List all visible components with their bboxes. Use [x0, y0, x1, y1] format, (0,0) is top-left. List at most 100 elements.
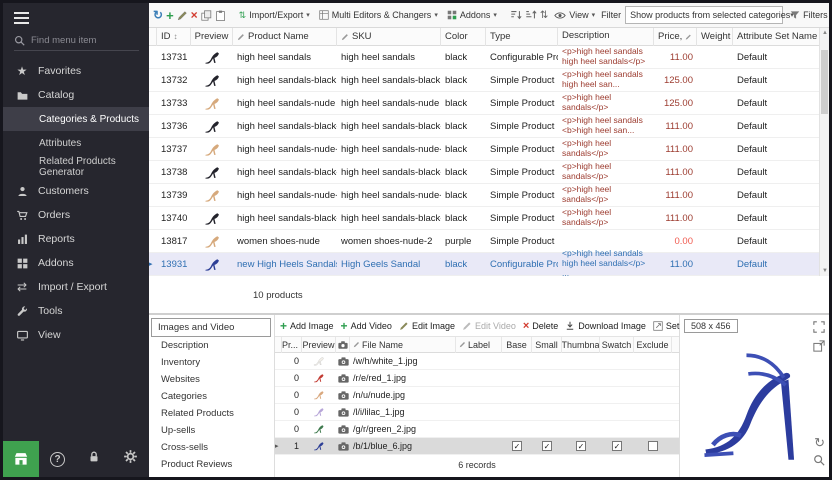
- tab-inventory[interactable]: Inventory: [151, 354, 271, 371]
- tab-websites[interactable]: Websites: [151, 371, 271, 388]
- column-header-sku[interactable]: SKU: [337, 28, 441, 46]
- product-row[interactable]: 13736high heel sandals-black-36high heel…: [149, 115, 819, 138]
- image-row[interactable]: 0/g/r/green_2.jpg: [275, 421, 679, 438]
- product-row[interactable]: 13737high heel sandals-nude-36high heel …: [149, 138, 819, 161]
- base-checkbox[interactable]: ✓: [512, 441, 522, 451]
- swatch-checkbox[interactable]: ✓: [612, 441, 622, 451]
- multi-editors-button[interactable]: Multi Editors & Changers▾: [316, 8, 441, 22]
- help-icon[interactable]: ?: [50, 452, 65, 467]
- column-header-image-preview[interactable]: Preview: [302, 337, 336, 353]
- column-header-exclude[interactable]: Exclude: [634, 337, 672, 353]
- sidebar-item-customers[interactable]: Customers: [3, 179, 149, 203]
- small-checkbox[interactable]: ✓: [542, 441, 552, 451]
- sidebar-item-addons[interactable]: Addons: [3, 251, 149, 275]
- column-header-weight[interactable]: Weight: [697, 28, 733, 46]
- hamburger-menu-icon[interactable]: [14, 9, 29, 27]
- sidebar-item-favorites[interactable]: ★ Favorites: [3, 59, 149, 83]
- import-export-button[interactable]: ⇅ Import/Export▾: [236, 8, 313, 23]
- column-header-swatch[interactable]: Swatch: [600, 337, 634, 353]
- swap-sort-icon[interactable]: ⇅: [540, 7, 548, 23]
- tab-images-and-video[interactable]: Images and Video: [151, 318, 271, 337]
- shoe-thumbnail-image: [204, 49, 221, 66]
- sidebar-item-tools[interactable]: Tools: [3, 299, 149, 323]
- column-header-label[interactable]: Label: [456, 337, 502, 353]
- tab-up-sells[interactable]: Up-sells: [151, 422, 271, 439]
- vertical-scrollbar[interactable]: ▲▼: [819, 28, 829, 276]
- delete-button[interactable]: ×Delete: [523, 320, 558, 332]
- sidebar-item-catalog[interactable]: Catalog: [3, 83, 149, 107]
- copy-icon[interactable]: [201, 7, 212, 23]
- product-description: <p>high heel sandals</p>: [558, 93, 654, 113]
- column-header-product-name[interactable]: Product Name: [233, 28, 337, 46]
- column-header-type[interactable]: Type: [486, 28, 558, 46]
- sort-asc-icon[interactable]: [510, 7, 522, 23]
- addons-toolbar-button[interactable]: Addons▾: [444, 8, 500, 22]
- product-attribute-set: Default: [733, 98, 819, 109]
- product-row[interactable]: 13733high heel sandals-nudehigh heel san…: [149, 92, 819, 115]
- tab-related-products[interactable]: Related Products: [151, 405, 271, 422]
- product-row[interactable]: 13739high heel sandals-nude-37high heel …: [149, 184, 819, 207]
- column-header-camera[interactable]: [336, 337, 350, 353]
- image-row[interactable]: 0/r/e/red_1.jpg: [275, 370, 679, 387]
- edit-product-icon[interactable]: [177, 7, 188, 23]
- product-row[interactable]: 13817women shoes-nudewomen shoes-nude-2p…: [149, 230, 819, 253]
- column-header-color[interactable]: Color: [441, 28, 486, 46]
- tab-product-reviews[interactable]: Product Reviews: [151, 456, 271, 473]
- sidebar-search[interactable]: [14, 35, 139, 51]
- sidebar-item-orders[interactable]: Orders: [3, 203, 149, 227]
- search-input[interactable]: [31, 35, 131, 46]
- column-header-description[interactable]: Description: [558, 28, 654, 46]
- refresh-icon[interactable]: ↻: [153, 7, 163, 23]
- column-header-thumbnail[interactable]: Thumbna: [562, 337, 600, 353]
- pencil-icon: [237, 33, 245, 41]
- filters-button[interactable]: Filters▾: [787, 8, 832, 22]
- category-filter-select[interactable]: Show products from selected categories▾: [625, 6, 783, 24]
- tab-cross-sells[interactable]: Cross-sells: [151, 439, 271, 456]
- add-video-button[interactable]: +Add Video: [341, 319, 392, 333]
- thumbnail-checkbox[interactable]: ✓: [576, 441, 586, 451]
- image-row[interactable]: 0/l/i/lilac_1.jpg: [275, 404, 679, 421]
- edit-image-button[interactable]: Edit Image: [399, 321, 455, 331]
- column-header-file-name[interactable]: File Name: [350, 337, 456, 353]
- product-type: Simple Product: [486, 190, 558, 201]
- column-header-small[interactable]: Small: [532, 337, 562, 353]
- delete-product-icon[interactable]: ×: [191, 7, 198, 23]
- add-image-button[interactable]: +Add Image: [280, 319, 334, 333]
- lock-icon[interactable]: [87, 450, 101, 469]
- image-row[interactable]: 0/w/h/white_1.jpg: [275, 353, 679, 370]
- column-header-id[interactable]: ID↕: [157, 28, 191, 46]
- download-image-button[interactable]: Download Image: [565, 321, 646, 331]
- scrollbar-thumb[interactable]: [821, 50, 828, 114]
- zoom-icon[interactable]: [813, 453, 825, 471]
- product-row[interactable]: ▸13931new High Heels SandalsHigh Geels S…: [149, 253, 819, 276]
- product-price: 111.00: [654, 190, 697, 201]
- view-button[interactable]: View▾: [551, 8, 598, 22]
- column-header-price[interactable]: Price,: [654, 28, 697, 46]
- add-product-icon[interactable]: +: [166, 7, 174, 23]
- store-button[interactable]: [3, 441, 39, 477]
- rotate-icon[interactable]: ↻: [814, 435, 825, 451]
- column-header-attribute-set[interactable]: Attribute Set Name: [733, 28, 829, 46]
- image-row[interactable]: 0/n/u/nude.jpg: [275, 387, 679, 404]
- product-row[interactable]: 13738high heel sandals-black-37high heel…: [149, 161, 819, 184]
- paste-icon[interactable]: [215, 7, 226, 23]
- product-color: purple: [441, 236, 486, 247]
- sidebar-item-view[interactable]: View: [3, 323, 149, 347]
- gear-icon[interactable]: [123, 449, 138, 469]
- sidebar-item-related-products-generator[interactable]: Related Products Generator: [3, 155, 149, 179]
- tab-categories[interactable]: Categories: [151, 388, 271, 405]
- sidebar-item-import-export[interactable]: ⇄ Import / Export: [3, 275, 149, 299]
- product-row[interactable]: 13731high heel sandalshigh heel sandalsb…: [149, 46, 819, 69]
- tab-description[interactable]: Description: [151, 337, 271, 354]
- sidebar-item-attributes[interactable]: Attributes: [3, 131, 149, 155]
- column-header-base[interactable]: Base: [502, 337, 532, 353]
- sort-desc-icon[interactable]: [525, 7, 537, 23]
- column-header-preview[interactable]: Preview: [191, 28, 233, 46]
- product-row[interactable]: 13732high heel sandals-blackhigh heel sa…: [149, 69, 819, 92]
- column-header-position[interactable]: Pr...: [282, 337, 302, 353]
- sidebar-item-reports[interactable]: Reports: [3, 227, 149, 251]
- exclude-checkbox[interactable]: [648, 441, 658, 451]
- sidebar-item-categories-products[interactable]: Categories & Products: [3, 107, 149, 131]
- image-row[interactable]: ▸1/b/1/blue_6.jpg✓✓✓✓: [275, 438, 679, 455]
- product-row[interactable]: 13740high heel sandals-black-38high heel…: [149, 207, 819, 230]
